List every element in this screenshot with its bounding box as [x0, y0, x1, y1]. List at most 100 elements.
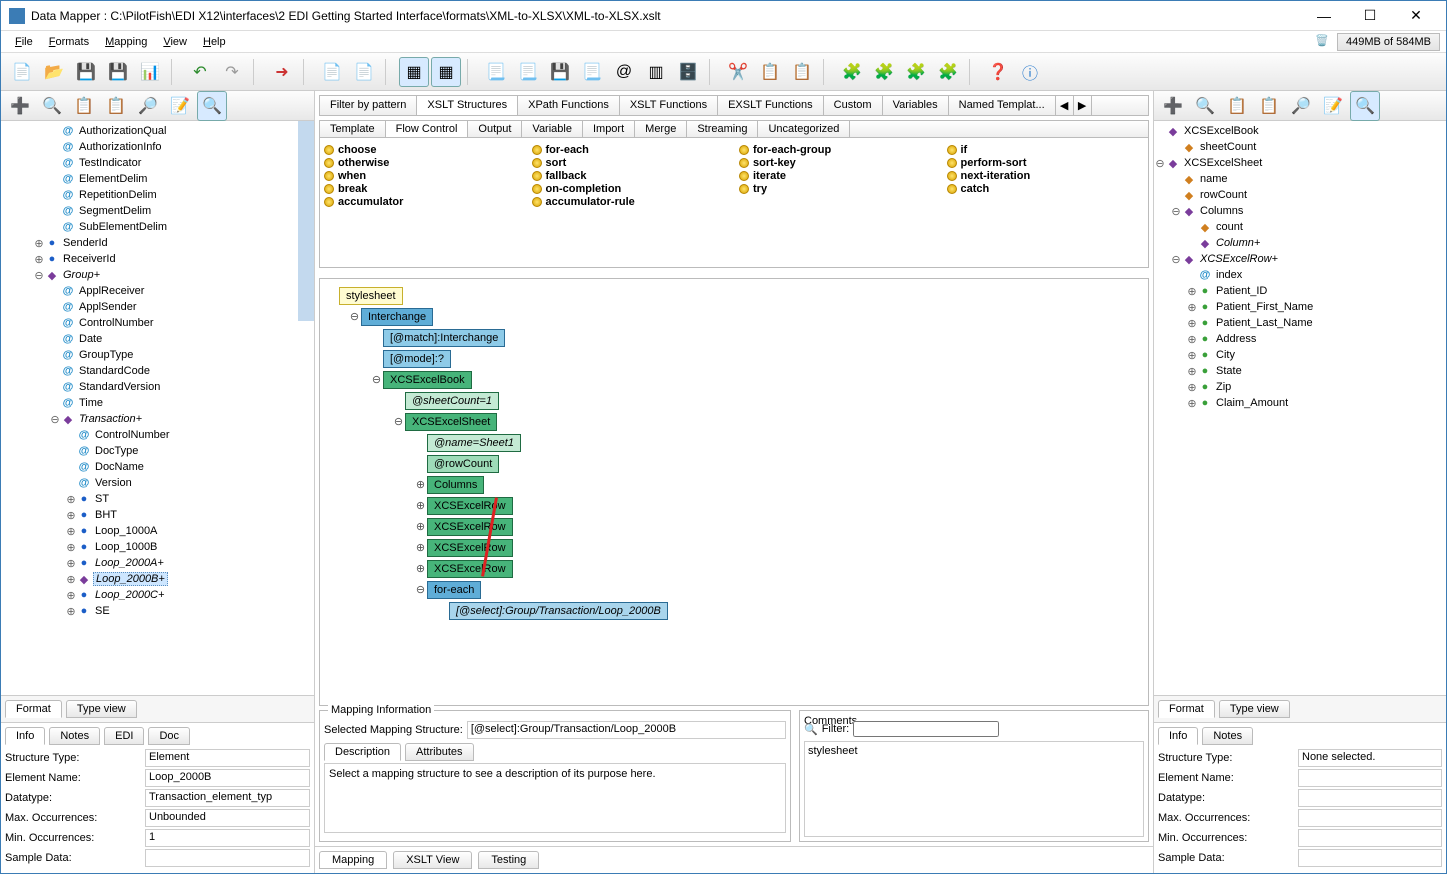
- tree-node-loop-1000a[interactable]: ⊕●Loop_1000A: [1, 523, 314, 539]
- tree-toggle-icon[interactable]: ⊕: [1186, 397, 1198, 410]
- tree-node-count[interactable]: ◆count: [1154, 219, 1446, 235]
- view2-icon[interactable]: ▦: [431, 57, 461, 87]
- tree-toggle-icon[interactable]: ⊕: [65, 605, 77, 618]
- subtab-streaming[interactable]: Streaming: [687, 121, 758, 137]
- subtab-flow-control[interactable]: Flow Control: [386, 121, 469, 137]
- tree-toggle-icon[interactable]: ⊕: [1186, 349, 1198, 362]
- tree-toggle-icon[interactable]: ⊕: [1186, 333, 1198, 346]
- palette-for-each[interactable]: for-each: [532, 144, 730, 156]
- search-icon[interactable]: 🔍: [1190, 91, 1220, 121]
- tab-doc[interactable]: Doc: [148, 727, 190, 745]
- tab-type-view[interactable]: Type view: [1219, 700, 1290, 718]
- tab-nav-icon[interactable]: ▶: [1074, 96, 1092, 115]
- save-as-icon[interactable]: 💾: [103, 57, 133, 87]
- canvas-node-xcsexcelsheet[interactable]: ⊖XCSExcelSheet: [326, 411, 1142, 432]
- view-tab-testing[interactable]: Testing: [478, 851, 539, 869]
- tree-toggle-icon[interactable]: ⊕: [1186, 301, 1198, 314]
- palette-choose[interactable]: choose: [324, 144, 522, 156]
- note-icon[interactable]: 📝: [1318, 91, 1348, 121]
- tab-notes[interactable]: Notes: [1202, 727, 1253, 745]
- palette-sort[interactable]: sort: [532, 157, 730, 169]
- canvas-node--mode-[interactable]: [@mode]:?: [326, 348, 1142, 369]
- tree-node-xcsexcelsheet[interactable]: ⊖◆XCSExcelSheet: [1154, 155, 1446, 171]
- canvas-node-interchange[interactable]: ⊖Interchange: [326, 306, 1142, 327]
- menu-mapping[interactable]: Mapping: [97, 34, 155, 50]
- tab-format[interactable]: Format: [1158, 700, 1215, 718]
- list2-icon[interactable]: 📋: [1254, 91, 1284, 121]
- tree-node-time[interactable]: @Time: [1, 395, 314, 411]
- tree-node-bht[interactable]: ⊕●BHT: [1, 507, 314, 523]
- tree-node-repetitiondelim[interactable]: @RepetitionDelim: [1, 187, 314, 203]
- doc-a-icon[interactable]: 📃: [481, 57, 511, 87]
- canvas-node--name-sheet1[interactable]: @name=Sheet1: [326, 432, 1142, 453]
- tab-custom[interactable]: Custom: [824, 96, 883, 115]
- tree-node-loop-2000b-[interactable]: ⊕◆Loop_2000B+: [1, 571, 314, 587]
- tree-toggle-icon[interactable]: ⊖: [49, 413, 61, 426]
- canvas-node-xcsexcelrow[interactable]: ⊕XCSExcelRow: [326, 558, 1142, 579]
- tree-node-grouptype[interactable]: @GroupType: [1, 347, 314, 363]
- canvas-node-xcsexcelrow[interactable]: ⊕XCSExcelRow: [326, 495, 1142, 516]
- view1-icon[interactable]: ▦: [399, 57, 429, 87]
- source-tree[interactable]: @AuthorizationQual@AuthorizationInfo@Tes…: [1, 121, 314, 695]
- search2-icon[interactable]: 🔎: [133, 91, 163, 121]
- tree-toggle-icon[interactable]: ⊕: [65, 493, 77, 506]
- list1-icon[interactable]: 📋: [1222, 91, 1252, 121]
- tree-node-name[interactable]: ◆name: [1154, 171, 1446, 187]
- tree-node-rowcount[interactable]: ◆rowCount: [1154, 187, 1446, 203]
- canvas-node-xcsexcelrow[interactable]: ⊕XCSExcelRow: [326, 516, 1142, 537]
- tree-node-doctype[interactable]: @DocType: [1, 443, 314, 459]
- search2-icon[interactable]: 🔎: [1286, 91, 1316, 121]
- filter-icon[interactable]: 🔍: [197, 91, 227, 121]
- subtab-import[interactable]: Import: [583, 121, 635, 137]
- list2-icon[interactable]: 📋: [101, 91, 131, 121]
- palette-accumulator-rule[interactable]: accumulator-rule: [532, 196, 730, 208]
- canvas-node--select-group-transaction-loop-2000b[interactable]: [@select]:Group/Transaction/Loop_2000B: [326, 600, 1142, 621]
- list1-icon[interactable]: 📋: [69, 91, 99, 121]
- subtab-template[interactable]: Template: [320, 121, 386, 137]
- tree-toggle-icon[interactable]: ⊕: [1186, 317, 1198, 330]
- doc-c-icon[interactable]: 📃: [577, 57, 607, 87]
- tree-node-se[interactable]: ⊕●SE: [1, 603, 314, 619]
- tab-info[interactable]: Info: [5, 727, 45, 745]
- help-icon[interactable]: ❓: [983, 57, 1013, 87]
- info-icon[interactable]: ⓘ: [1015, 57, 1045, 87]
- tree-node-patient-first-name[interactable]: ⊕●Patient_First_Name: [1154, 299, 1446, 315]
- copy-icon[interactable]: 📋: [755, 57, 785, 87]
- canvas-node--sheetcount-1[interactable]: @sheetCount=1: [326, 390, 1142, 411]
- tab-nav-icon[interactable]: ◀: [1056, 96, 1074, 115]
- new-file-icon[interactable]: 📄: [7, 57, 37, 87]
- tree-node-version[interactable]: @Version: [1, 475, 314, 491]
- tree-toggle-icon[interactable]: ⊕: [1186, 381, 1198, 394]
- tree-toggle-icon[interactable]: ⊕: [65, 525, 77, 538]
- tree-node-columns[interactable]: ⊖◆Columns: [1154, 203, 1446, 219]
- tree-node-subelementdelim[interactable]: @SubElementDelim: [1, 219, 314, 235]
- tree-node-senderid[interactable]: ⊕●SenderId: [1, 235, 314, 251]
- palette-try[interactable]: try: [739, 183, 937, 195]
- canvas-node-stylesheet[interactable]: stylesheet: [326, 285, 1142, 306]
- tree-node-applsender[interactable]: @ApplSender: [1, 299, 314, 315]
- tab-exslt-functions[interactable]: EXSLT Functions: [718, 96, 824, 115]
- tree-toggle-icon[interactable]: ⊕: [65, 557, 77, 570]
- palette-when[interactable]: when: [324, 170, 522, 182]
- tree-node-transaction-[interactable]: ⊖◆Transaction+: [1, 411, 314, 427]
- tree-node-st[interactable]: ⊕●ST: [1, 491, 314, 507]
- maximize-button[interactable]: ☐: [1348, 2, 1392, 30]
- tab-xpath-functions[interactable]: XPath Functions: [518, 96, 620, 115]
- tree-node-xcsexcelbook[interactable]: ◆XCSExcelBook: [1154, 123, 1446, 139]
- canvas-node--match-interchange[interactable]: [@match]:Interchange: [326, 327, 1142, 348]
- tree-node-xcsexcelrow-[interactable]: ⊖◆XCSExcelRow+: [1154, 251, 1446, 267]
- tree-node-segmentdelim[interactable]: @SegmentDelim: [1, 203, 314, 219]
- note-icon[interactable]: 📝: [165, 91, 195, 121]
- tree-node-testindicator[interactable]: @TestIndicator: [1, 155, 314, 171]
- mapping-canvas[interactable]: stylesheet⊖Interchange[@match]:Interchan…: [319, 278, 1149, 706]
- canvas-node-xcsexcelrow[interactable]: ⊕XCSExcelRow: [326, 537, 1142, 558]
- doc-check-icon[interactable]: 📄: [349, 57, 379, 87]
- tree-node-authorizationqual[interactable]: @AuthorizationQual: [1, 123, 314, 139]
- save2-icon[interactable]: 💾: [545, 57, 575, 87]
- tree-node-zip[interactable]: ⊕●Zip: [1154, 379, 1446, 395]
- subtab-uncategorized[interactable]: Uncategorized: [758, 121, 850, 137]
- tree-node-elementdelim[interactable]: @ElementDelim: [1, 171, 314, 187]
- open-file-icon[interactable]: 📂: [39, 57, 69, 87]
- palette-otherwise[interactable]: otherwise: [324, 157, 522, 169]
- tree-toggle-icon[interactable]: ⊖: [1154, 157, 1166, 170]
